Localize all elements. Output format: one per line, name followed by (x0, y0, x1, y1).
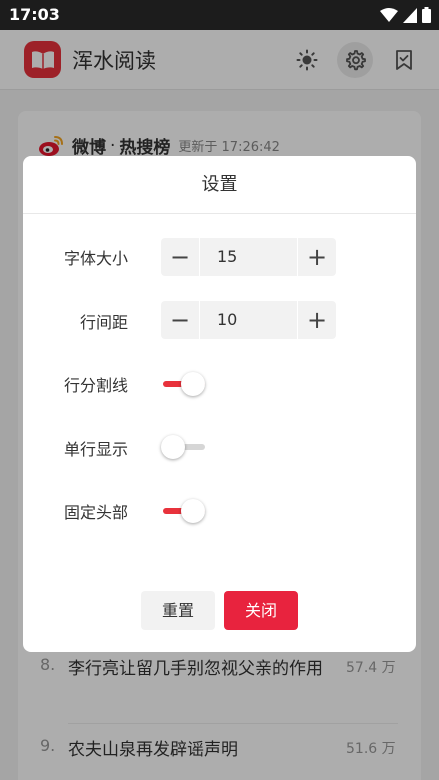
fixed-header-label: 固定头部 (63, 503, 128, 522)
status-icons (380, 7, 431, 23)
line-spacing-value[interactable]: 10 (199, 301, 298, 339)
single-line-toggle[interactable] (161, 433, 207, 461)
font-size-decrease-button[interactable]: − (161, 238, 199, 276)
line-spacing-increase-button[interactable]: + (298, 301, 336, 339)
row-divider-label: 行分割线 (63, 376, 128, 395)
dialog-title: 设置 (23, 156, 416, 214)
toggle-knob (181, 499, 205, 523)
font-size-label: 字体大小 (63, 249, 128, 268)
settings-dialog: 设置 字体大小 − 15 + 行间距 − 10 + 行分割线 单行显示 固定头部… (23, 156, 416, 652)
line-spacing-decrease-button[interactable]: − (161, 301, 199, 339)
toggle-knob (161, 435, 185, 459)
signal-icon (403, 7, 417, 23)
line-spacing-stepper: − 10 + (161, 301, 336, 339)
status-bar: 17:03 (0, 0, 439, 30)
reset-button[interactable]: 重置 (141, 591, 215, 630)
font-size-stepper: − 15 + (161, 238, 336, 276)
toggle-knob (181, 372, 205, 396)
font-size-increase-button[interactable]: + (298, 238, 336, 276)
close-button[interactable]: 关闭 (224, 591, 298, 630)
battery-icon (422, 7, 431, 23)
fixed-header-toggle[interactable] (161, 497, 207, 525)
wifi-icon (380, 7, 398, 22)
font-size-value[interactable]: 15 (199, 238, 298, 276)
line-spacing-label: 行间距 (79, 313, 128, 332)
row-divider-toggle[interactable] (161, 370, 207, 398)
status-time: 17:03 (9, 5, 60, 24)
single-line-label: 单行显示 (63, 440, 128, 459)
